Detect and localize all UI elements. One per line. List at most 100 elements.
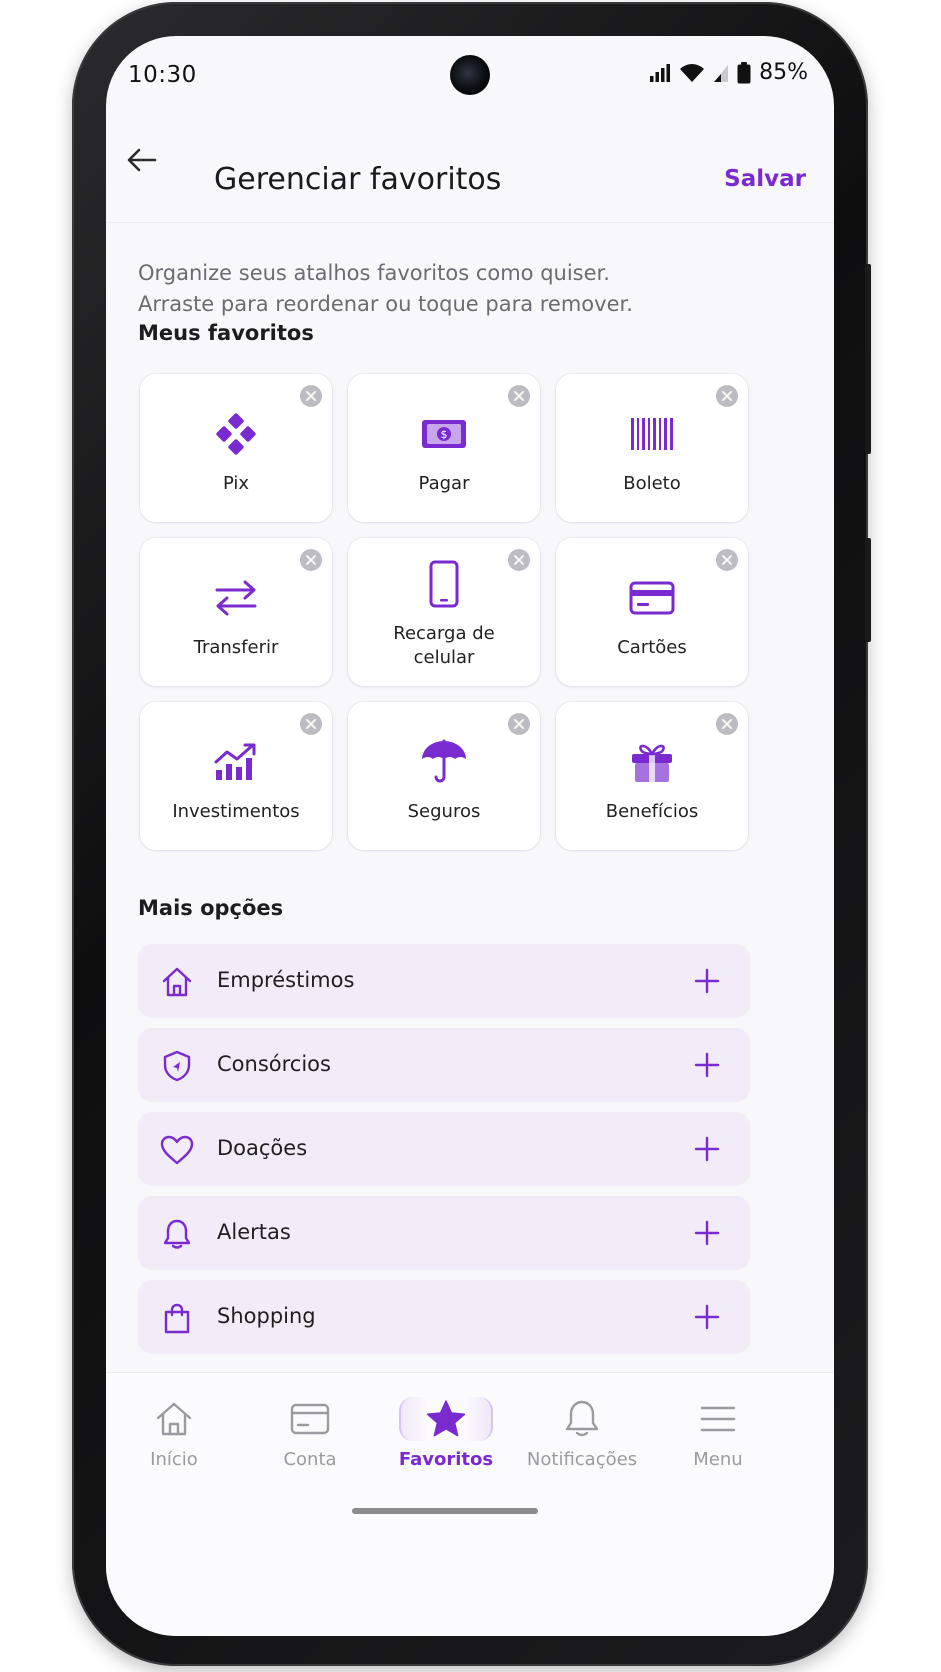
signal-weak-icon — [714, 64, 729, 82]
close-icon — [306, 555, 316, 565]
option-label: Empréstimos — [217, 968, 355, 992]
bottom-navigation: Início Conta Favoritos Notificações Menu — [106, 1372, 834, 1636]
add-shopping-button[interactable] — [694, 1304, 720, 1330]
wallet-card-icon — [265, 1397, 355, 1441]
remove-seguros-button[interactable] — [508, 713, 530, 735]
close-icon — [722, 555, 732, 565]
close-icon — [306, 719, 316, 729]
transfer-arrows-icon — [212, 574, 260, 622]
option-label: Shopping — [217, 1304, 316, 1328]
nav-item-notificacoes[interactable]: Notificações — [514, 1397, 650, 1477]
remove-recarga-button[interactable] — [508, 549, 530, 571]
intro-line-2: Arraste para reordenar ou toque para rem… — [138, 292, 633, 316]
remove-investimentos-button[interactable] — [300, 713, 322, 735]
save-button[interactable]: Salvar — [724, 166, 806, 192]
tile-label: Cartões — [617, 637, 687, 658]
favorite-tile-seguros[interactable]: Seguros — [348, 702, 540, 850]
remove-cartoes-button[interactable] — [716, 549, 738, 571]
add-alertas-button[interactable] — [694, 1220, 720, 1246]
house-icon — [160, 965, 194, 999]
plus-icon — [694, 1304, 720, 1330]
favorite-tile-pagar[interactable]: $ Pagar — [348, 374, 540, 522]
favorite-tile-transferir[interactable]: Transferir — [140, 538, 332, 686]
tile-label: Pix — [222, 473, 250, 494]
option-label: Alertas — [217, 1220, 291, 1244]
shopping-bag-icon — [160, 1301, 194, 1335]
option-doacoes[interactable]: Doações — [138, 1112, 750, 1186]
remove-boleto-button[interactable] — [716, 385, 738, 407]
favorite-tile-recarga[interactable]: Recarga de celular — [348, 538, 540, 686]
add-emprestimos-button[interactable] — [694, 968, 720, 994]
battery-percentage: 85% — [759, 60, 808, 85]
nav-item-conta[interactable]: Conta — [242, 1397, 378, 1477]
chart-up-icon — [212, 738, 260, 786]
umbrella-icon — [420, 738, 468, 786]
plus-icon — [694, 1220, 720, 1246]
plus-icon — [694, 1052, 720, 1078]
battery-icon — [737, 61, 751, 83]
tile-label: Seguros — [407, 801, 481, 822]
favorite-tile-beneficios[interactable]: Benefícios — [556, 702, 748, 850]
status-icons: 85% — [649, 60, 808, 85]
home-indicator[interactable] — [352, 1508, 538, 1514]
arrow-left-icon — [127, 148, 157, 172]
remove-transferir-button[interactable] — [300, 549, 322, 571]
option-consorcios[interactable]: Consórcios — [138, 1028, 750, 1102]
tile-label: Recarga de celular — [393, 623, 495, 668]
nav-item-favoritos[interactable]: Favoritos — [378, 1397, 514, 1477]
option-emprestimos[interactable]: Empréstimos — [138, 944, 750, 1018]
close-icon — [514, 391, 524, 401]
plus-icon — [694, 1136, 720, 1162]
add-consorcios-button[interactable] — [694, 1052, 720, 1078]
barcode-icon — [628, 410, 676, 458]
more-options-list: Empréstimos Consórcios Doações Alertas S… — [138, 944, 750, 1364]
cash-icon: $ — [420, 410, 468, 458]
card-icon — [628, 574, 676, 622]
nav-item-inicio[interactable]: Início — [106, 1397, 242, 1477]
nav-label: Conta — [283, 1449, 337, 1470]
favorite-tile-investimentos[interactable]: Investimentos — [140, 702, 332, 850]
wifi-icon — [680, 63, 705, 82]
volume-button — [865, 264, 871, 454]
favorite-tile-cartoes[interactable]: Cartões — [556, 538, 748, 686]
pix-icon — [212, 410, 260, 458]
favorite-tile-boleto[interactable]: Boleto — [556, 374, 748, 522]
remove-pix-button[interactable] — [300, 385, 322, 407]
back-button[interactable] — [122, 140, 162, 180]
tile-label: Boleto — [623, 473, 681, 494]
nav-item-menu[interactable]: Menu — [650, 1397, 786, 1477]
close-icon — [514, 719, 524, 729]
favorite-tile-pix[interactable]: Pix — [140, 374, 332, 522]
page-title: Gerenciar favoritos — [214, 162, 502, 197]
remove-beneficios-button[interactable] — [716, 713, 738, 735]
option-shopping[interactable]: Shopping — [138, 1280, 750, 1354]
add-doacoes-button[interactable] — [694, 1136, 720, 1162]
phone-icon — [420, 560, 468, 608]
nav-label: Notificações — [526, 1449, 638, 1470]
option-label: Doações — [217, 1136, 308, 1160]
signal-icon — [650, 63, 671, 82]
remove-pagar-button[interactable] — [508, 385, 530, 407]
close-icon — [306, 391, 316, 401]
close-icon — [514, 555, 524, 565]
intro-line-1: Organize seus atalhos favoritos como qui… — [138, 261, 610, 285]
heart-icon — [160, 1133, 194, 1167]
more-options-section-title: Mais opções — [138, 896, 284, 920]
nav-label: Favoritos — [398, 1449, 494, 1470]
hamburger-menu-icon — [673, 1397, 763, 1441]
bell-icon — [160, 1217, 194, 1251]
svg-text:$: $ — [441, 428, 448, 441]
star-icon — [399, 1397, 493, 1441]
close-icon — [722, 391, 732, 401]
option-alertas[interactable]: Alertas — [138, 1196, 750, 1270]
status-time: 10:30 — [128, 62, 197, 88]
shield-icon — [160, 1049, 194, 1083]
bell-icon — [537, 1397, 627, 1441]
power-button — [865, 538, 871, 642]
close-icon — [722, 719, 732, 729]
intro-text: Organize seus atalhos favoritos como qui… — [138, 258, 633, 320]
plus-icon — [694, 968, 720, 994]
gift-icon — [628, 738, 676, 786]
tile-label: Benefícios — [605, 801, 699, 822]
nav-label: Início — [150, 1449, 198, 1470]
